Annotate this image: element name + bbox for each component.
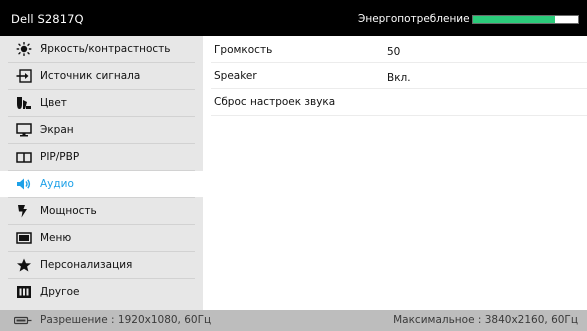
energy-consumption-meter (472, 15, 579, 24)
sidebar-item-label: Персонализация (40, 259, 133, 271)
color-icon (17, 97, 31, 109)
brightness-contrast-icon (16, 42, 32, 56)
sidebar-item-brightness-contrast[interactable]: Яркость/контрастность (0, 36, 203, 62)
row-divider (211, 115, 587, 116)
current-resolution: Разрешение : 1920x1080, 60Гц (40, 314, 212, 326)
sidebar-item-color[interactable]: Цвет (0, 90, 203, 116)
speaker-label: Speaker (214, 70, 257, 82)
input-source-icon (16, 69, 32, 83)
sidebar-item-label: Экран (40, 124, 74, 136)
energy-consumption-label: Энергопотребление (358, 13, 470, 25)
speaker-icon (17, 178, 31, 190)
sidebar-item-pip-pbp[interactable]: PIP/PBP (0, 144, 203, 170)
osd-header: Dell S2817Q Энергопотребление (0, 0, 587, 36)
pip-pbp-icon (16, 152, 32, 163)
sidebar-item-menu[interactable]: Меню (0, 225, 203, 251)
power-icon (18, 205, 27, 218)
speaker-value: Вкл. (387, 72, 411, 84)
cable-icon (14, 316, 32, 325)
monitor-osd-menu: Dell S2817Q Энергопотребление Яркость/ко… (0, 0, 587, 331)
audio-reset-label: Сброс настроек звука (214, 96, 336, 108)
speaker-row[interactable]: Speaker Вкл. (203, 63, 587, 88)
sidebar-item-personalization[interactable]: Персонализация (0, 252, 203, 278)
sidebar-item-label: Источник сигнала (40, 70, 141, 82)
sidebar-item-audio[interactable]: Аудио (0, 171, 203, 197)
sidebar-menu: Яркость/контрастность Источник сигнала Ц… (0, 36, 203, 310)
other-icon (17, 286, 31, 298)
sidebar-item-label: Цвет (40, 97, 67, 109)
sidebar-item-label: PIP/PBP (40, 151, 80, 163)
sidebar-item-other[interactable]: Другое (0, 279, 203, 305)
audio-reset-row[interactable]: Сброс настроек звука (203, 89, 587, 114)
status-footer: Разрешение : 1920x1080, 60Гц Максимально… (0, 310, 587, 331)
monitor-model-title: Dell S2817Q (11, 12, 84, 26)
sidebar-item-power[interactable]: Мощность (0, 198, 203, 224)
menu-icon (16, 232, 32, 244)
display-icon (16, 123, 32, 137)
max-resolution: Максимальное : 3840x2160, 60Гц (393, 314, 578, 326)
sidebar-item-display[interactable]: Экран (0, 117, 203, 143)
sidebar-item-label: Аудио (40, 178, 74, 190)
volume-row[interactable]: Громкость 50 (203, 37, 587, 62)
audio-settings-panel: Громкость 50 Speaker Вкл. Сброс настроек… (203, 36, 587, 310)
volume-label: Громкость (214, 44, 273, 56)
sidebar-item-label: Меню (40, 232, 72, 244)
energy-consumption-fill (473, 16, 555, 23)
sidebar-item-input-source[interactable]: Источник сигнала (0, 63, 203, 89)
star-icon (17, 258, 31, 272)
sidebar-item-label: Яркость/контрастность (40, 43, 171, 55)
sidebar-item-label: Мощность (40, 205, 97, 217)
volume-value: 50 (387, 46, 401, 58)
sidebar-item-label: Другое (40, 286, 80, 298)
